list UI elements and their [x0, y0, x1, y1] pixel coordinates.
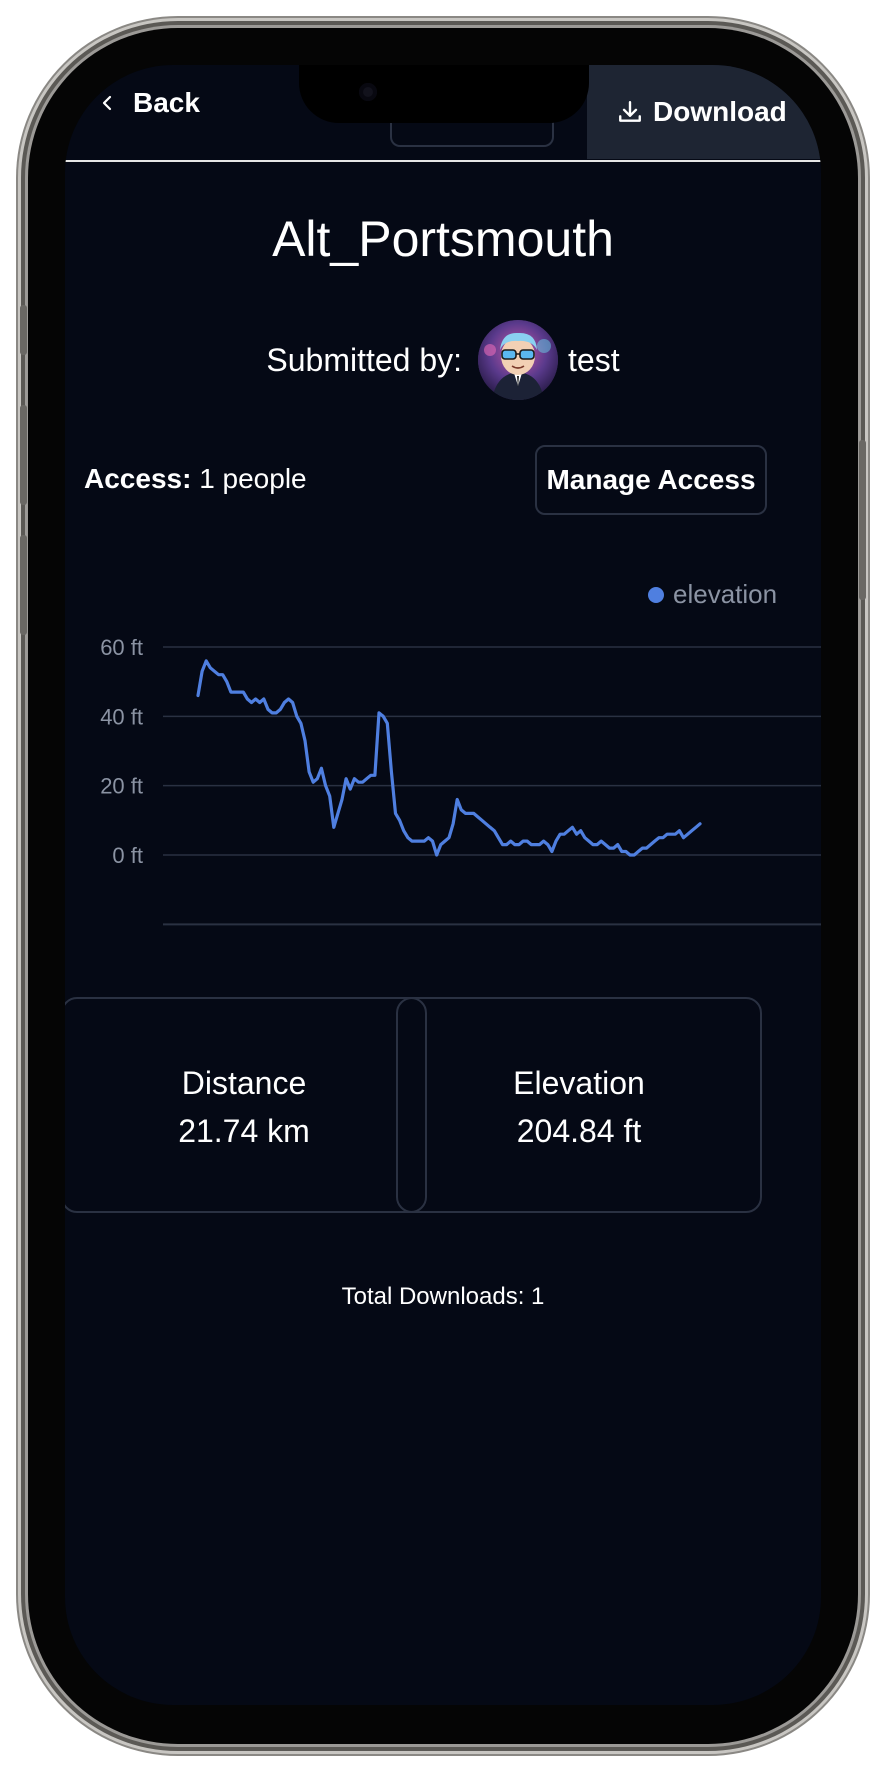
distance-value: 21.74 km: [178, 1113, 310, 1149]
elevation-value: 204.84 ft: [516, 1113, 642, 1149]
notch: [299, 65, 589, 123]
y-tick-label: 20 ft: [100, 774, 143, 799]
distance-card: Distance 21.74 km: [65, 997, 427, 1213]
download-icon: [619, 101, 641, 122]
username[interactable]: test: [568, 342, 620, 379]
access-label: Access:: [84, 463, 192, 494]
submitted-by-row: Submitted by: test: [65, 320, 821, 400]
avatar-image: [478, 320, 559, 400]
elevation-chart: 60 ft 40 ft 20 ft 0 ft elevation: [100, 579, 821, 926]
route-title: Alt_Portsmouth: [272, 211, 614, 267]
y-tick-label: 60 ft: [100, 635, 143, 660]
legend-label: elevation: [673, 579, 777, 609]
elevation-label: Elevation: [513, 1065, 645, 1101]
back-button[interactable]: Back: [99, 79, 200, 127]
mute-switch: [20, 305, 27, 355]
access-info: Access: 1 people: [84, 463, 307, 495]
submitted-by-label: Submitted by:: [266, 341, 463, 378]
manage-access-button[interactable]: Manage Access: [535, 445, 767, 515]
chevron-left-icon: [102, 95, 112, 111]
volume-down-button: [20, 535, 27, 635]
y-tick-label: 0 ft: [112, 843, 143, 868]
avatar[interactable]: [478, 320, 559, 400]
power-button: [859, 440, 866, 600]
access-value: 1 people: [199, 463, 307, 494]
app-screen: Back Download Alt_Portsmouth Submitted b…: [65, 65, 821, 1705]
front-camera: [359, 83, 377, 101]
volume-up-button: [20, 405, 27, 505]
distance-label: Distance: [181, 1065, 307, 1101]
total-downloads: Total Downloads: 1: [341, 1283, 545, 1310]
download-button[interactable]: Download: [587, 65, 821, 159]
download-label: Download: [653, 96, 787, 127]
legend-swatch: [648, 587, 664, 603]
y-tick-label: 40 ft: [100, 704, 143, 729]
back-label: Back: [133, 87, 200, 118]
elevation-line: [196, 659, 702, 857]
elevation-card: Elevation 204.84 ft: [396, 997, 762, 1213]
